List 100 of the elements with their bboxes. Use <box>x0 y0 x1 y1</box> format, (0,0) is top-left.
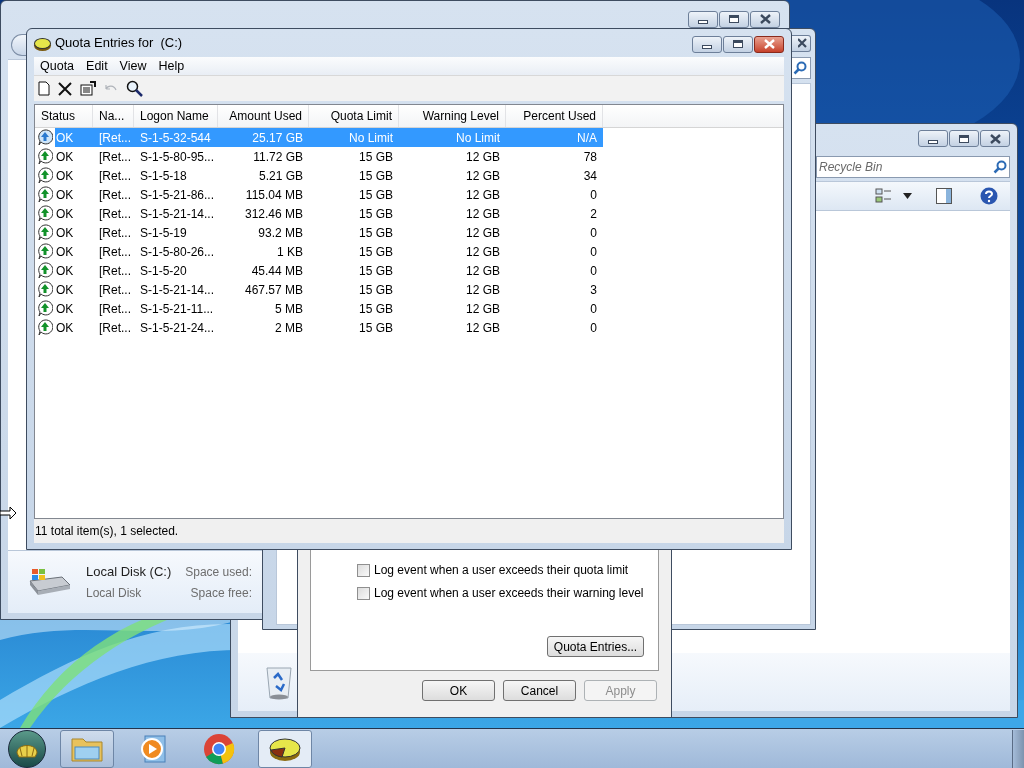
table-cell-text: [Ret... <box>98 319 132 337</box>
up-arrow-icon <box>37 319 53 336</box>
table-cell-text: 5 MB <box>274 300 304 318</box>
table-row[interactable]: OK [Ret... S-1-5-21-11... 5 MB 15 GB 12 GB 0 <box>35 299 783 318</box>
menu-item[interactable]: Help <box>154 56 189 76</box>
table-row[interactable]: OK [Ret... S-1-5-21-86... 115.04 MB 15 GB 12 GB 0 <box>35 185 783 204</box>
menu-item[interactable]: Edit <box>82 56 112 76</box>
column-header[interactable]: Amount Used <box>218 105 309 127</box>
table-cell-text: [Ret... <box>98 148 132 166</box>
close-button[interactable] <box>980 130 1010 147</box>
toolbar-button[interactable] <box>126 78 143 99</box>
maximize-button[interactable] <box>949 130 979 147</box>
table-cell-text: 15 GB <box>357 262 394 280</box>
search-input[interactable]: Recycle Bin <box>819 158 991 176</box>
table-row[interactable]: OK [Ret... S-1-5-80-26... 1 KB 15 GB 12 GB 0 <box>35 242 783 261</box>
table-cell-text: 0 <box>589 224 598 242</box>
table-cell-text: [Ret... <box>98 281 132 299</box>
maximize-icon <box>733 40 743 48</box>
table-cell-text: 12 GB <box>464 262 501 280</box>
toolbar-button[interactable] <box>38 78 50 99</box>
table-cell-text: OK <box>55 281 75 299</box>
table-cell-text: [Ret... <box>98 262 132 280</box>
properties-icon <box>80 81 96 96</box>
up-arrow-icon <box>37 262 53 279</box>
table-cell-text: 15 GB <box>357 205 394 223</box>
table-cell-text: 0 <box>589 243 598 261</box>
table-cell-text: 93.2 MB <box>257 224 304 242</box>
table-cell-text: N/A <box>576 129 598 147</box>
drive-icon <box>26 567 72 597</box>
dialog-button[interactable]: OK <box>422 680 495 701</box>
table-cell-text: 3 <box>589 281 598 299</box>
search-icon <box>793 61 807 75</box>
maximize-button[interactable] <box>719 10 749 28</box>
column-header[interactable]: Logon Name <box>134 105 218 127</box>
disk-icon <box>34 37 51 49</box>
checkbox[interactable] <box>357 563 370 577</box>
dialog-button[interactable]: Cancel <box>503 680 576 701</box>
up-arrow-icon <box>37 205 53 222</box>
search-icon <box>993 160 1007 174</box>
checkbox[interactable] <box>357 586 370 600</box>
column-header[interactable]: Quota Limit <box>309 105 399 127</box>
detail-label: Space used: <box>185 563 252 581</box>
help-icon[interactable] <box>980 187 998 205</box>
table-row[interactable]: OK [Ret... S-1-5-20 45.44 MB 15 GB 12 GB 0 <box>35 261 783 280</box>
menu-item[interactable]: View <box>115 56 151 76</box>
table-row[interactable]: OK [Ret... S-1-5-18 5.21 GB 15 GB 12 GB 34 <box>35 166 783 185</box>
table-cell-text: 5.21 GB <box>257 167 304 185</box>
table-cell-text: 15 GB <box>357 224 394 242</box>
maximize-button[interactable] <box>723 35 753 53</box>
table-cell-text: OK <box>55 205 75 223</box>
column-header[interactable]: Na... <box>93 105 134 127</box>
table-cell-text: S-1-5-21-11... <box>139 300 215 318</box>
table-row[interactable]: OK [Ret... S-1-5-21-14... 467.57 MB 15 GB 12 GB 3 <box>35 280 783 299</box>
taskbar-button[interactable] <box>258 729 312 768</box>
table-row[interactable]: OK [Ret... S-1-5-80-95... 11.72 GB 15 GB 12 GB 78 <box>35 147 783 166</box>
table-cell-text: 0 <box>589 319 598 337</box>
menu-item[interactable]: Quota <box>36 56 79 76</box>
table-cell-text: OK <box>55 300 75 318</box>
table-row[interactable]: OK [Ret... S-1-5-21-24... 2 MB 15 GB 12 GB 0 <box>35 318 783 337</box>
table-cell-text: 11.72 GB <box>252 148 304 166</box>
table-cell-text: 25.17 GB <box>251 129 304 147</box>
preview-pane-icon[interactable] <box>936 188 952 204</box>
table-cell-text: 45.44 MB <box>250 262 304 280</box>
start-button[interactable] <box>8 729 46 768</box>
show-desktop-button[interactable] <box>1012 729 1024 768</box>
minimize-icon <box>928 139 938 144</box>
up-arrow-icon <box>37 243 53 260</box>
column-header[interactable]: Status <box>35 105 93 127</box>
table-cell-text: 15 GB <box>357 167 394 185</box>
minimize-button[interactable] <box>692 35 722 53</box>
close-button[interactable] <box>750 10 780 28</box>
column-header[interactable]: Percent Used <box>506 105 603 127</box>
browser-icon <box>203 732 235 765</box>
view-icon[interactable] <box>875 188 893 204</box>
column-header[interactable]: Warning Level <box>399 105 506 127</box>
minimize-icon <box>702 45 712 49</box>
up-arrow-icon <box>37 129 53 146</box>
minimize-button[interactable] <box>688 10 718 28</box>
table-cell-text: S-1-5-80-95... <box>139 148 216 166</box>
up-arrow-icon <box>37 148 53 165</box>
close-button[interactable] <box>754 35 784 53</box>
minimize-button[interactable] <box>918 130 948 147</box>
toolbar-button[interactable] <box>80 78 96 99</box>
search-icon <box>126 80 143 97</box>
table-cell-text: OK <box>55 319 75 337</box>
table-cell-text: OK <box>55 262 75 280</box>
search-field[interactable]: Recycle Bin <box>816 156 1010 178</box>
caret-icon[interactable] <box>903 193 912 199</box>
table-cell-text: S-1-5-21-14... <box>139 205 216 223</box>
delete-icon <box>58 81 72 96</box>
table-cell-text: 115.04 MB <box>244 186 304 204</box>
table-cell-text: S-1-5-18 <box>139 167 188 185</box>
table-cell-text: S-1-5-21-86... <box>139 186 216 204</box>
close-icon <box>763 39 775 49</box>
new-page-icon <box>38 81 50 96</box>
table-row[interactable]: OK [Ret... S-1-5-21-14... 312.46 MB 15 GB 12 GB 2 <box>35 204 783 223</box>
table-cell-text: 467.57 MB <box>243 281 304 299</box>
quota-entries-button[interactable]: Quota Entries... <box>547 636 644 657</box>
table-cell-text: 78 <box>582 148 598 166</box>
table-row[interactable]: OK [Ret... S-1-5-19 93.2 MB 15 GB 12 GB 0 <box>35 223 783 242</box>
